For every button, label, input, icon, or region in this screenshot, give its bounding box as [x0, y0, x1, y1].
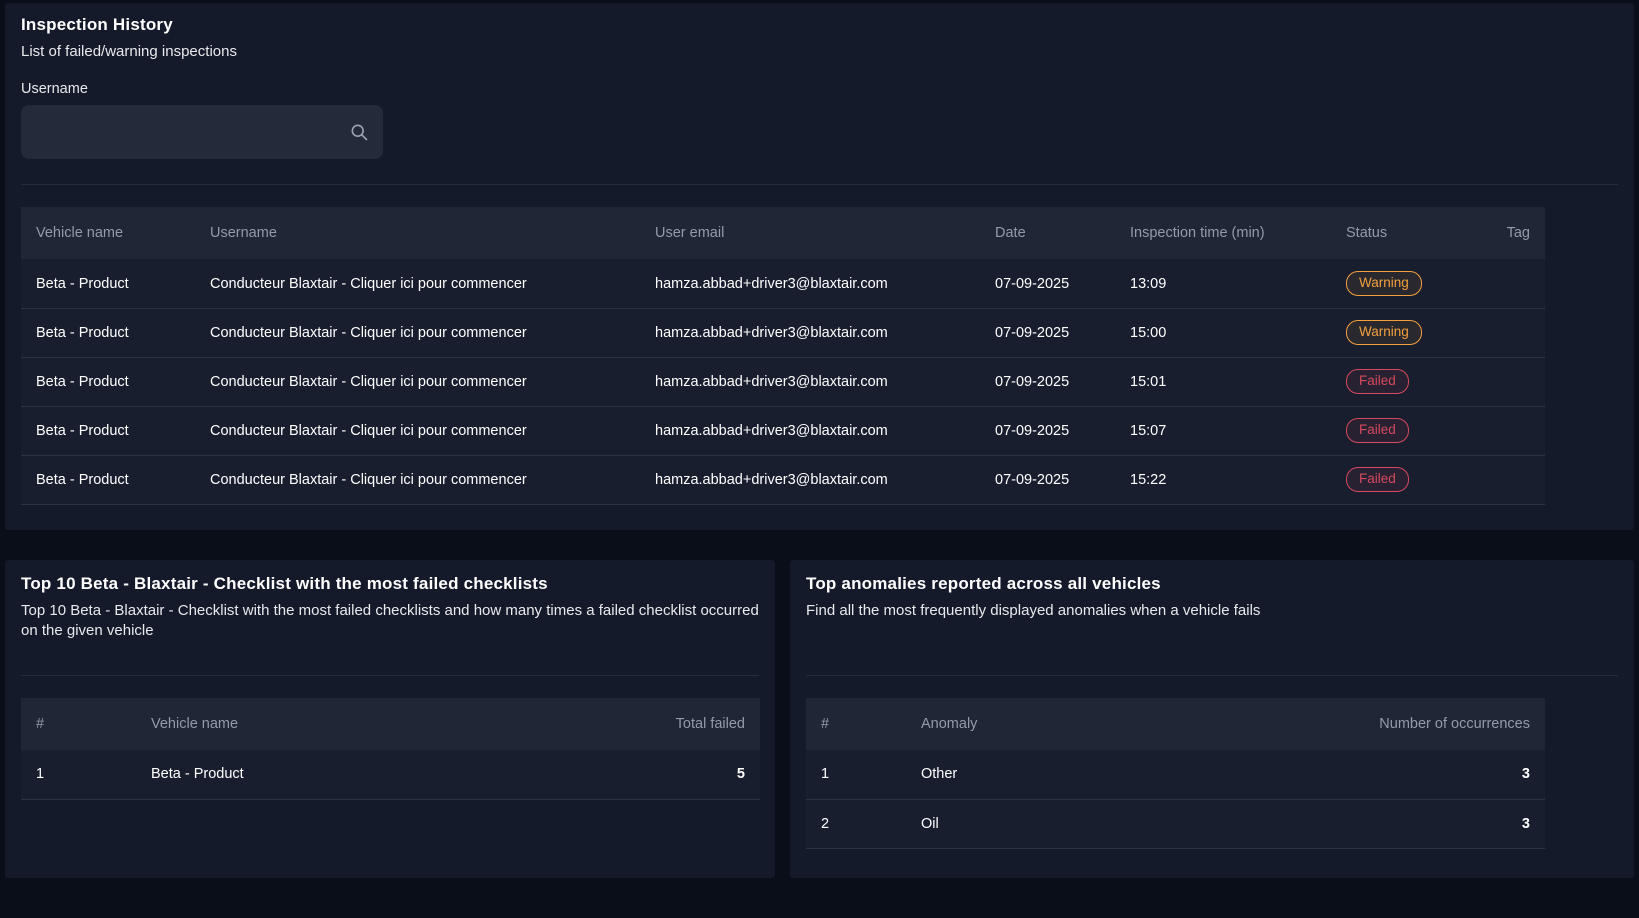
dashboard: Inspection History List of failed/warnin… — [0, 0, 1639, 918]
table-header-row: Vehicle nameUsernameUser emailDateInspec… — [21, 207, 1545, 259]
panel-subtitle: Top 10 Beta - Blaxtair - Checklist with … — [21, 601, 759, 642]
cell-time: 15:22 — [1115, 455, 1331, 504]
cell-vehicle: Beta - Product — [21, 259, 195, 308]
cell-username: Conducteur Blaxtair - Cliquer ici pour c… — [195, 406, 640, 455]
column-header-status[interactable]: Status — [1331, 207, 1471, 259]
cell-time: 15:01 — [1115, 357, 1331, 406]
divider — [806, 675, 1618, 676]
search-icon — [349, 122, 369, 142]
column-header-vehicle[interactable]: Vehicle name — [21, 207, 195, 259]
cell-total: 5 — [610, 750, 760, 799]
cell-anomaly: Oil — [906, 799, 1315, 848]
table-row: 2Oil3 — [806, 799, 1545, 848]
table-row: Beta - ProductConducteur Blaxtair - Cliq… — [21, 406, 1545, 455]
cell-email: hamza.abbad+driver3@blaxtair.com — [640, 308, 980, 357]
cell-vehicle: Beta - Product — [21, 308, 195, 357]
cell-username: Conducteur Blaxtair - Cliquer ici pour c… — [195, 455, 640, 504]
table-row: Beta - ProductConducteur Blaxtair - Cliq… — [21, 308, 1545, 357]
table-row: Beta - ProductConducteur Blaxtair - Cliq… — [21, 357, 1545, 406]
column-header-username[interactable]: Username — [195, 207, 640, 259]
cell-count: 3 — [1315, 750, 1545, 799]
column-header-count[interactable]: Number of occurrences — [1315, 698, 1545, 750]
panel-title: Top 10 Beta - Blaxtair - Checklist with … — [21, 574, 759, 594]
column-header-tag[interactable]: Tag — [1471, 207, 1545, 259]
cell-username: Conducteur Blaxtair - Cliquer ici pour c… — [195, 308, 640, 357]
column-header-vehicle[interactable]: Vehicle name — [136, 698, 610, 750]
warning-badge: Warning — [1346, 271, 1422, 296]
cell-email: hamza.abbad+driver3@blaxtair.com — [640, 455, 980, 504]
cell-tag — [1471, 455, 1545, 504]
cell-date: 07-09-2025 — [980, 259, 1115, 308]
cell-time: 13:09 — [1115, 259, 1331, 308]
bottom-row: Top 10 Beta - Blaxtair - Checklist with … — [5, 560, 1634, 878]
username-search-box — [21, 105, 383, 159]
column-header-time[interactable]: Inspection time (min) — [1115, 207, 1331, 259]
cell-tag — [1471, 308, 1545, 357]
cell-email: hamza.abbad+driver3@blaxtair.com — [640, 357, 980, 406]
cell-status: Failed — [1331, 357, 1471, 406]
inspection-history-panel: Inspection History List of failed/warnin… — [5, 3, 1634, 530]
cell-vehicle: Beta - Product — [21, 455, 195, 504]
column-header-email[interactable]: User email — [640, 207, 980, 259]
top-anomalies-panel: Top anomalies reported across all vehicl… — [790, 560, 1634, 878]
cell-vehicle: Beta - Product — [136, 750, 610, 799]
table-header-row: #Vehicle nameTotal failed — [21, 698, 760, 750]
failed-badge: Failed — [1346, 369, 1409, 394]
table-row: 1Other3 — [806, 750, 1545, 799]
cell-status: Failed — [1331, 455, 1471, 504]
cell-rank: 2 — [806, 799, 906, 848]
cell-status: Warning — [1331, 259, 1471, 308]
table-row: 1Beta - Product5 — [21, 750, 760, 799]
warning-badge: Warning — [1346, 320, 1422, 345]
cell-tag — [1471, 259, 1545, 308]
cell-rank: 1 — [21, 750, 136, 799]
cell-date: 07-09-2025 — [980, 308, 1115, 357]
cell-tag — [1471, 406, 1545, 455]
top-anomalies-table: #AnomalyNumber of occurrences1Other32Oil… — [806, 698, 1545, 849]
cell-time: 15:00 — [1115, 308, 1331, 357]
panel-title: Top anomalies reported across all vehicl… — [806, 574, 1618, 594]
top-failed-panel: Top 10 Beta - Blaxtair - Checklist with … — [5, 560, 775, 878]
cell-status: Warning — [1331, 308, 1471, 357]
cell-rank: 1 — [806, 750, 906, 799]
cell-date: 07-09-2025 — [980, 455, 1115, 504]
column-header-anomaly[interactable]: Anomaly — [906, 698, 1315, 750]
cell-vehicle: Beta - Product — [21, 357, 195, 406]
username-search-input[interactable] — [21, 105, 383, 159]
divider — [21, 675, 759, 676]
table-row: Beta - ProductConducteur Blaxtair - Cliq… — [21, 455, 1545, 504]
failed-badge: Failed — [1346, 467, 1409, 492]
panel-subtitle: List of failed/warning inspections — [21, 42, 1618, 62]
cell-status: Failed — [1331, 406, 1471, 455]
panel-title: Inspection History — [21, 15, 1618, 35]
column-header-rank[interactable]: # — [806, 698, 906, 750]
cell-email: hamza.abbad+driver3@blaxtair.com — [640, 259, 980, 308]
column-header-total[interactable]: Total failed — [610, 698, 760, 750]
cell-vehicle: Beta - Product — [21, 406, 195, 455]
cell-username: Conducteur Blaxtair - Cliquer ici pour c… — [195, 259, 640, 308]
cell-username: Conducteur Blaxtair - Cliquer ici pour c… — [195, 357, 640, 406]
cell-anomaly: Other — [906, 750, 1315, 799]
cell-email: hamza.abbad+driver3@blaxtair.com — [640, 406, 980, 455]
inspection-table: Vehicle nameUsernameUser emailDateInspec… — [21, 207, 1545, 505]
cell-date: 07-09-2025 — [980, 406, 1115, 455]
table-row: Beta - ProductConducteur Blaxtair - Cliq… — [21, 259, 1545, 308]
cell-tag — [1471, 357, 1545, 406]
cell-time: 15:07 — [1115, 406, 1331, 455]
top-failed-table: #Vehicle nameTotal failed1Beta - Product… — [21, 698, 760, 800]
column-header-date[interactable]: Date — [980, 207, 1115, 259]
username-label: Username — [21, 81, 1618, 97]
failed-badge: Failed — [1346, 418, 1409, 443]
cell-count: 3 — [1315, 799, 1545, 848]
column-header-rank[interactable]: # — [21, 698, 136, 750]
divider — [21, 184, 1618, 185]
panel-subtitle: Find all the most frequently displayed a… — [806, 601, 1618, 621]
cell-date: 07-09-2025 — [980, 357, 1115, 406]
table-header-row: #AnomalyNumber of occurrences — [806, 698, 1545, 750]
